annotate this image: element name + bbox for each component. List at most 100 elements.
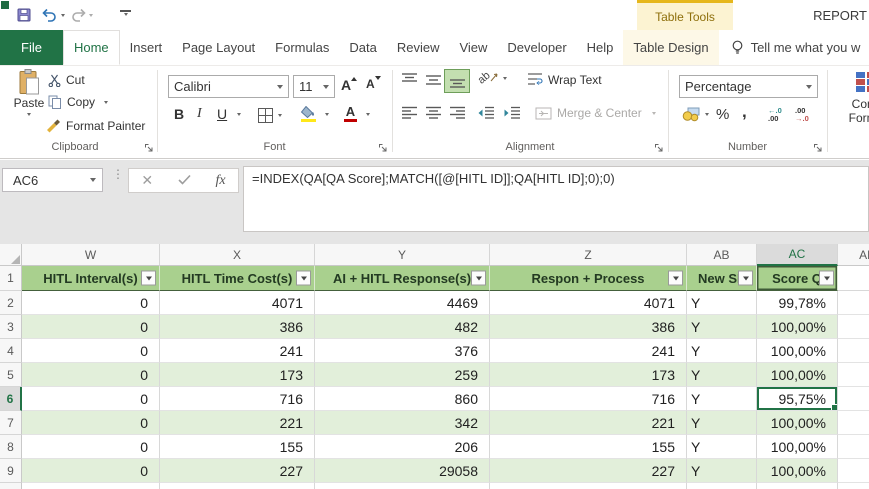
tab-page-layout[interactable]: Page Layout bbox=[172, 30, 265, 65]
cell-Y2[interactable]: 4469 bbox=[315, 291, 490, 315]
align-center-button[interactable] bbox=[425, 106, 442, 120]
cell-W6[interactable]: 0 bbox=[22, 387, 160, 411]
cell-AD2[interactable] bbox=[838, 291, 869, 315]
cell-AD5[interactable] bbox=[838, 363, 869, 387]
cell-W8[interactable]: 0 bbox=[22, 435, 160, 459]
cell-AC10[interactable]: 99,68% bbox=[757, 483, 838, 489]
redo-button[interactable] bbox=[70, 6, 86, 24]
increase-indent-button[interactable] bbox=[503, 106, 521, 120]
cell-Y3[interactable]: 482 bbox=[315, 315, 490, 339]
orientation-button[interactable]: ab bbox=[476, 69, 508, 87]
cell-Z3[interactable]: 386 bbox=[490, 315, 687, 339]
filter-button-X[interactable] bbox=[296, 270, 311, 286]
fill-color-button[interactable] bbox=[301, 106, 329, 122]
cell-Z2[interactable]: 4071 bbox=[490, 291, 687, 315]
tab-insert[interactable]: Insert bbox=[120, 30, 173, 65]
name-box[interactable]: AC6 bbox=[2, 168, 103, 192]
name-box-dropdown[interactable] bbox=[90, 178, 96, 182]
cancel-icon[interactable]: ✕ bbox=[141, 172, 153, 189]
cell-AB8[interactable]: Y bbox=[687, 435, 757, 459]
cell-Y10[interactable]: 685 bbox=[315, 483, 490, 489]
filter-button-Y[interactable] bbox=[471, 270, 486, 286]
enter-icon[interactable] bbox=[178, 173, 191, 188]
cell-Z7[interactable]: 221 bbox=[490, 411, 687, 435]
tab-formulas[interactable]: Formulas bbox=[265, 30, 339, 65]
column-header-AD[interactable]: AD bbox=[838, 244, 869, 266]
cell-W4[interactable]: 0 bbox=[22, 339, 160, 363]
header-cell-Y1[interactable]: AI + HITL Response(s) bbox=[315, 266, 490, 291]
cell-AC8[interactable]: 100,00% bbox=[757, 435, 838, 459]
tab-developer[interactable]: Developer bbox=[497, 30, 576, 65]
column-header-W[interactable]: W bbox=[22, 244, 160, 266]
row-header-7[interactable]: 7 bbox=[0, 411, 22, 435]
wrap-text-button[interactable]: Wrap Text bbox=[527, 72, 602, 87]
format-painter-button[interactable]: Format Painter bbox=[46, 119, 145, 133]
tab-home[interactable]: Home bbox=[62, 30, 120, 65]
cell-X4[interactable]: 241 bbox=[160, 339, 315, 363]
cell-W2[interactable]: 0 bbox=[22, 291, 160, 315]
bottom-align-button[interactable] bbox=[444, 69, 470, 93]
cell-AB10[interactable] bbox=[687, 483, 757, 489]
font-size-combo[interactable]: 11 bbox=[293, 75, 335, 98]
redo-dropdown[interactable] bbox=[89, 6, 93, 24]
cell-W3[interactable]: 0 bbox=[22, 315, 160, 339]
cut-button[interactable]: Cut bbox=[48, 73, 85, 87]
undo-dropdown[interactable] bbox=[61, 6, 65, 24]
font-color-button[interactable]: A bbox=[344, 105, 370, 122]
save-button[interactable] bbox=[17, 6, 31, 24]
cell-Z9[interactable]: 227 bbox=[490, 459, 687, 483]
header-cell-X1[interactable]: HITL Time Cost(s) bbox=[160, 266, 315, 291]
row-header-8[interactable]: 8 bbox=[0, 435, 22, 459]
customize-qat-button[interactable] bbox=[120, 6, 131, 24]
cell-AC5[interactable]: 100,00% bbox=[757, 363, 838, 387]
cell-AC2[interactable]: 99,78% bbox=[757, 291, 838, 315]
cell-Y7[interactable]: 342 bbox=[315, 411, 490, 435]
cell-Y5[interactable]: 259 bbox=[315, 363, 490, 387]
cell-AD9[interactable] bbox=[838, 459, 869, 483]
cell-AC3[interactable]: 100,00% bbox=[757, 315, 838, 339]
column-header-Y[interactable]: Y bbox=[315, 244, 490, 266]
number-format-combo[interactable]: Percentage bbox=[679, 75, 818, 98]
cell-Y6[interactable]: 860 bbox=[315, 387, 490, 411]
cell-W9[interactable]: 0 bbox=[22, 459, 160, 483]
tab-help[interactable]: Help bbox=[577, 30, 624, 65]
cell-Z8[interactable]: 155 bbox=[490, 435, 687, 459]
decrease-indent-button[interactable] bbox=[477, 106, 495, 120]
row-header-2[interactable]: 2 bbox=[0, 291, 22, 315]
merge-center-button[interactable]: Merge & Center bbox=[535, 106, 656, 120]
clipboard-dialog-launcher[interactable] bbox=[144, 141, 155, 152]
bold-button[interactable]: B bbox=[174, 106, 184, 122]
comma-style-button[interactable]: , bbox=[742, 102, 747, 122]
cell-AC7[interactable]: 100,00% bbox=[757, 411, 838, 435]
copy-button[interactable]: Copy bbox=[48, 95, 109, 109]
tab-review[interactable]: Review bbox=[387, 30, 450, 65]
row-header-6[interactable]: 6 bbox=[0, 387, 22, 411]
column-header-Z[interactable]: Z bbox=[490, 244, 687, 266]
cell-Z5[interactable]: 173 bbox=[490, 363, 687, 387]
column-header-AC[interactable]: AC bbox=[757, 244, 838, 266]
cell-Z6[interactable]: 716 bbox=[490, 387, 687, 411]
filter-button-AC[interactable] bbox=[819, 270, 834, 286]
insert-function-icon[interactable]: fx bbox=[216, 173, 226, 189]
alignment-dialog-launcher[interactable] bbox=[654, 141, 665, 152]
borders-button[interactable] bbox=[258, 108, 282, 123]
conditional-formatting-button[interactable]: Cond Forma bbox=[836, 71, 869, 125]
top-align-button[interactable] bbox=[401, 72, 418, 88]
cell-X6[interactable]: 716 bbox=[160, 387, 315, 411]
cell-AD6[interactable] bbox=[838, 387, 869, 411]
underline-button[interactable]: U bbox=[217, 106, 242, 122]
cell-AD8[interactable] bbox=[838, 435, 869, 459]
cell-X9[interactable]: 227 bbox=[160, 459, 315, 483]
grow-font-button[interactable]: A bbox=[341, 77, 358, 93]
cell-AB7[interactable]: Y bbox=[687, 411, 757, 435]
row-header-4[interactable]: 4 bbox=[0, 339, 22, 363]
header-cell-Z1[interactable]: Respon + Process bbox=[490, 266, 687, 291]
tab-file[interactable]: File bbox=[0, 30, 63, 65]
cell-Z10[interactable]: 614 bbox=[490, 483, 687, 489]
cell-Y9[interactable]: 29058 bbox=[315, 459, 490, 483]
row-header-1[interactable]: 1 bbox=[0, 266, 22, 291]
cell-X8[interactable]: 155 bbox=[160, 435, 315, 459]
accounting-format-button[interactable] bbox=[682, 106, 709, 122]
cell-W7[interactable]: 0 bbox=[22, 411, 160, 435]
cell-AC4[interactable]: 100,00% bbox=[757, 339, 838, 363]
